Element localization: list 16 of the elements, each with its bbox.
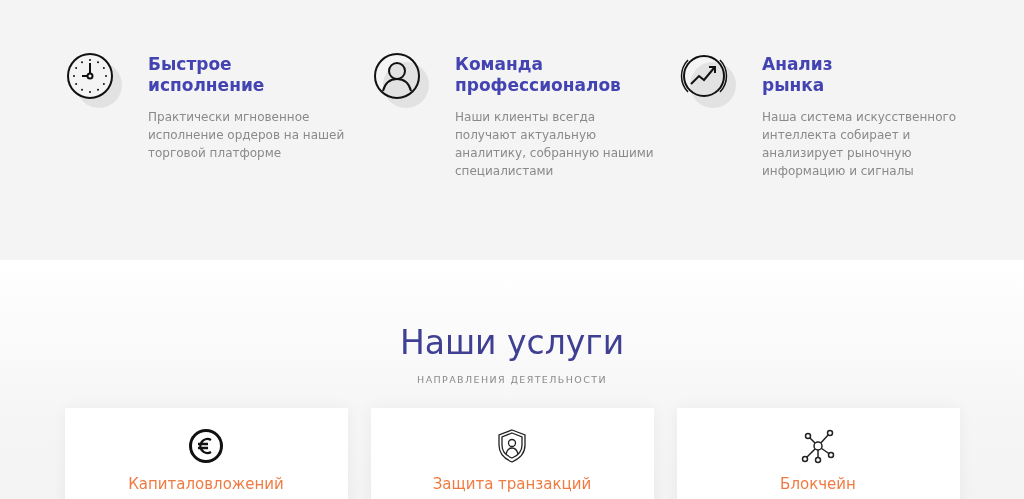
feature-title: исполнение: [148, 75, 266, 96]
feature-title: рынка: [762, 75, 826, 96]
feature-title: профессионалов: [455, 75, 622, 96]
network-nodes-icon: [800, 428, 836, 464]
feature-description: Наши клиенты всегда получают актуальную аналитику, собранную нашими специалистами: [455, 109, 655, 180]
feature-title: Анализ: [762, 54, 834, 75]
service-title: Блокчейн: [780, 475, 856, 493]
feature-description: Наша система искусственного интеллекта собирает и анализирует рыночную информацию и сигналы: [762, 109, 958, 180]
service-title: Капиталовложений: [128, 475, 284, 493]
feature-description: Практически мгновенное исполнение ордеров на нашей торговой платформе: [148, 109, 346, 162]
section-title: Наши услуги: [399, 322, 625, 364]
service-title: Защита транзакций: [432, 475, 592, 493]
feature-title: Быстрое: [148, 54, 233, 75]
section-subtitle: НАПРАВЛЕНИЯ ДЕЯТЕЛЬНОСТИ: [417, 374, 607, 385]
euro-icon: [188, 428, 224, 464]
feature-title: Команда: [455, 54, 544, 75]
